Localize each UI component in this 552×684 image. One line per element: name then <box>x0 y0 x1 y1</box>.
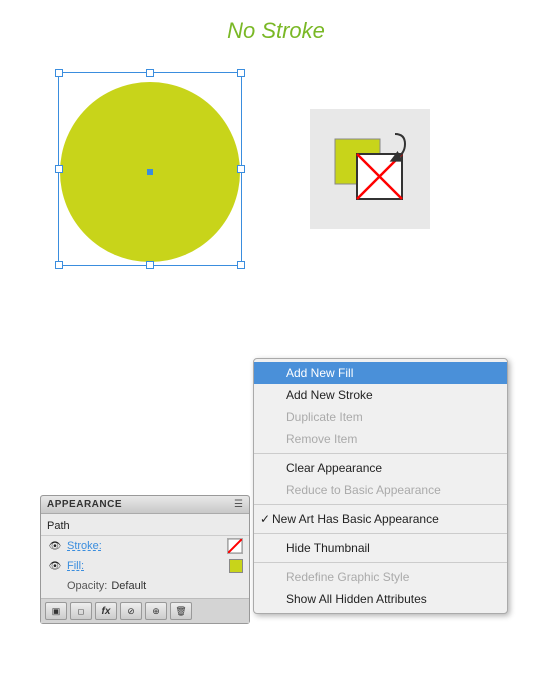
fill-swatch[interactable] <box>229 559 243 573</box>
panel-menu-button[interactable]: ☰ <box>234 499 243 510</box>
menu-separator <box>254 453 507 454</box>
menu-separator <box>254 562 507 563</box>
panel-opacity-row: Opacity: Default <box>41 576 249 596</box>
panel-delete-button[interactable]: 🗑 <box>170 602 192 620</box>
context-menu: Add New Fill Add New Stroke Duplicate It… <box>253 358 508 614</box>
fill-label: Fill: <box>67 560 229 572</box>
handle-tl <box>55 69 63 77</box>
menu-item-reduce-basic: Reduce to Basic Appearance <box>254 479 507 501</box>
handle-mr <box>237 165 245 173</box>
handle-tr <box>237 69 245 77</box>
panel-path-label: Path <box>47 520 70 532</box>
eye-icon-2: 👁 <box>49 561 62 572</box>
panel-content: Path 👁 Stroke: 👁 Fill: <box>41 514 249 598</box>
stroke-swatch[interactable] <box>227 538 243 554</box>
title-area: No Stroke <box>0 0 552 54</box>
menu-item-add-new-stroke[interactable]: Add New Stroke <box>254 384 507 406</box>
visibility-eye-icon-2[interactable]: 👁 <box>47 558 63 574</box>
canvas-area <box>0 54 552 284</box>
handle-br <box>237 261 245 269</box>
menu-separator <box>254 504 507 505</box>
panel-rounded-button[interactable]: ◻ <box>70 602 92 620</box>
appearance-panel: APPEARANCE ☰ Path 👁 Stroke: 👁 <box>40 495 250 624</box>
opacity-spacer <box>47 578 63 594</box>
menu-item-remove-item: Remove Item <box>254 428 507 450</box>
handle-tm <box>146 69 154 77</box>
panel-square-button[interactable]: ▣ <box>45 602 67 620</box>
menu-item-clear-appearance[interactable]: Clear Appearance <box>254 457 507 479</box>
menu-item-redefine-style: Redefine Graphic Style <box>254 566 507 588</box>
handle-bm <box>146 261 154 269</box>
panel-new-item-button[interactable]: ⊕ <box>145 602 167 620</box>
panel-path-row: Path <box>41 516 249 536</box>
panel-clear-button[interactable]: ⊘ <box>120 602 142 620</box>
checkmark-icon: ✓ <box>258 512 272 526</box>
stroke-label: Stroke: <box>67 540 227 552</box>
handle-ml <box>55 165 63 173</box>
panel-fx-button[interactable]: fx <box>95 602 117 620</box>
menu-item-add-new-fill[interactable]: Add New Fill <box>254 362 507 384</box>
panel-bottom-toolbar: ▣ ◻ fx ⊘ ⊕ 🗑 <box>41 598 249 623</box>
stroke-fill-icon-area <box>310 109 430 229</box>
panel-header: APPEARANCE ☰ <box>41 496 249 514</box>
page-title: No Stroke <box>0 18 552 44</box>
stroke-fill-illustration <box>325 124 415 214</box>
circle-canvas <box>50 64 250 274</box>
menu-item-hide-thumbnail[interactable]: Hide Thumbnail <box>254 537 507 559</box>
panel-stroke-row: 👁 Stroke: <box>41 536 249 556</box>
menu-separator <box>254 533 507 534</box>
visibility-eye-icon[interactable]: 👁 <box>47 538 63 554</box>
menu-item-show-hidden[interactable]: Show All Hidden Attributes <box>254 588 507 610</box>
eye-icon: 👁 <box>49 541 62 552</box>
opacity-label: Opacity: <box>67 580 107 592</box>
panel-fill-row: 👁 Fill: <box>41 556 249 576</box>
panel-title: APPEARANCE <box>47 499 122 510</box>
handle-bl <box>55 261 63 269</box>
selection-box <box>58 72 242 266</box>
menu-item-duplicate-item: Duplicate Item <box>254 406 507 428</box>
opacity-value: Default <box>111 580 146 592</box>
menu-item-new-art-basic[interactable]: ✓New Art Has Basic Appearance <box>254 508 507 530</box>
